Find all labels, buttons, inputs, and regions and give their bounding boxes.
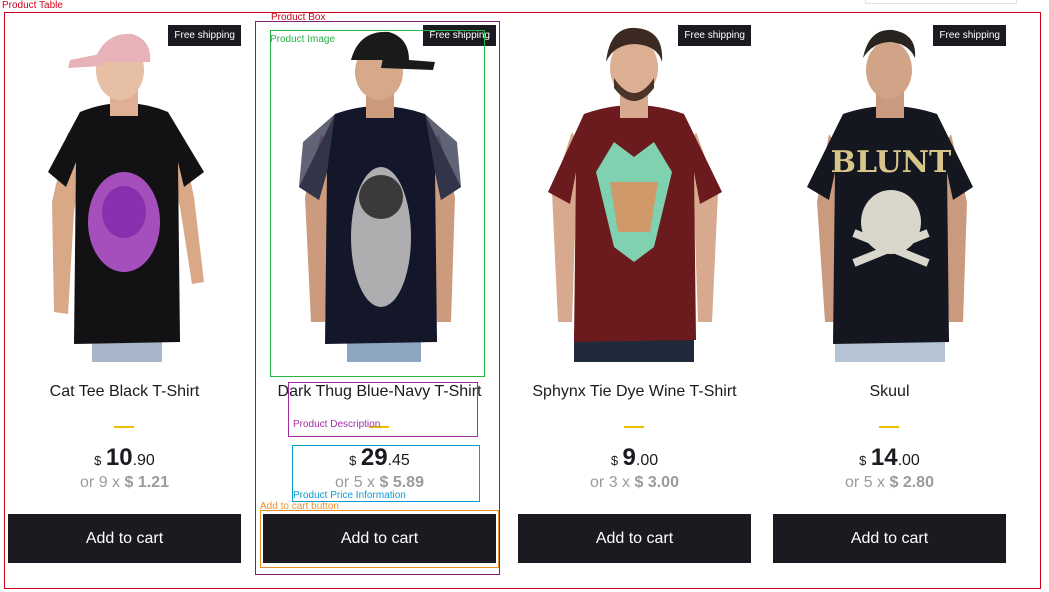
product-card: Free shipping Dark Thug Blue-Navy T-Shir… [263,22,496,570]
product-title[interactable]: Skuul [773,382,1006,401]
title-divider [114,426,134,428]
price-decimal: .90 [132,452,155,469]
product-price: $ 9.00 [518,445,751,474]
product-card: BLUNT Free shipping Skuul $ 14.00 or 5 x… [773,22,1006,570]
annotation-product-table: Product Table [2,0,63,11]
tshirt-model-image [8,22,241,362]
add-to-cart-button[interactable]: Add to cart [518,514,751,563]
currency-symbol: $ [859,453,867,468]
product-image[interactable]: Free shipping [8,22,241,362]
product-price: $ 29.45 [263,445,496,474]
price-decimal: .00 [635,452,659,469]
tshirt-model-image [263,22,496,362]
annotation-product-image: Product Image [270,34,336,45]
currency-symbol: $ [94,453,102,468]
annotation-product-description: Product Description [293,419,381,430]
free-shipping-badge: Free shipping [933,25,1006,46]
currency-symbol: $ [349,453,357,468]
product-price: $ 14.00 [773,445,1006,474]
price-decimal: .45 [387,452,410,469]
installment-value: $ 1.21 [124,474,169,491]
free-shipping-badge: Free shipping [678,25,751,46]
tshirt-model-image [518,22,751,362]
free-shipping-badge: Free shipping [423,25,496,46]
installment-info: or 5 x $ 2.80 [773,473,1006,492]
product-image[interactable]: BLUNT Free shipping [773,22,1006,362]
annotation-add-to-cart-button: Add to cart button [260,501,339,512]
price-integer: 10 [105,444,133,471]
product-price: $ 10.90 [8,445,241,474]
price-integer: 29 [360,444,388,471]
product-title[interactable]: Cat Tee Black T-Shirt [8,382,241,401]
tshirt-model-image: BLUNT [773,22,1006,362]
add-to-cart-button[interactable]: Add to cart [263,514,496,563]
product-card: Free shipping Sphynx Tie Dye Wine T-Shir… [518,22,751,570]
annotation-price-information: Product Price Information [293,490,406,501]
currency-symbol: $ [610,453,619,468]
installment-count: or 9 x [80,474,121,491]
price-decimal: .00 [897,452,920,469]
annotation-product-box: Product Box [271,12,326,23]
product-title[interactable]: Dark Thug Blue-Navy T-Shirt [263,382,496,401]
price-integer: 14 [870,444,898,471]
svg-text:BLUNT: BLUNT [831,145,952,180]
product-image[interactable]: Free shipping [518,22,751,362]
installment-value: $ 5.89 [379,474,424,491]
add-to-cart-button[interactable]: Add to cart [773,514,1006,563]
product-card: Free shipping Cat Tee Black T-Shirt $ 10… [8,22,241,570]
search-box-edge [865,0,1017,4]
installment-value: $ 3.00 [634,474,679,491]
title-divider [879,426,899,428]
installment-value: $ 2.80 [889,474,934,491]
installment-info: or 9 x $ 1.21 [8,473,241,492]
installment-count: or 5 x [845,474,886,491]
product-image[interactable]: Free shipping [263,22,496,362]
free-shipping-badge: Free shipping [168,25,241,46]
title-divider [624,426,644,428]
price-integer: 9 [622,444,636,471]
product-title[interactable]: Sphynx Tie Dye Wine T-Shirt [518,382,751,401]
add-to-cart-button[interactable]: Add to cart [8,514,241,563]
installment-count: or 3 x [590,474,631,491]
installment-info: or 3 x $ 3.00 [518,473,751,492]
installment-count: or 5 x [335,474,376,491]
